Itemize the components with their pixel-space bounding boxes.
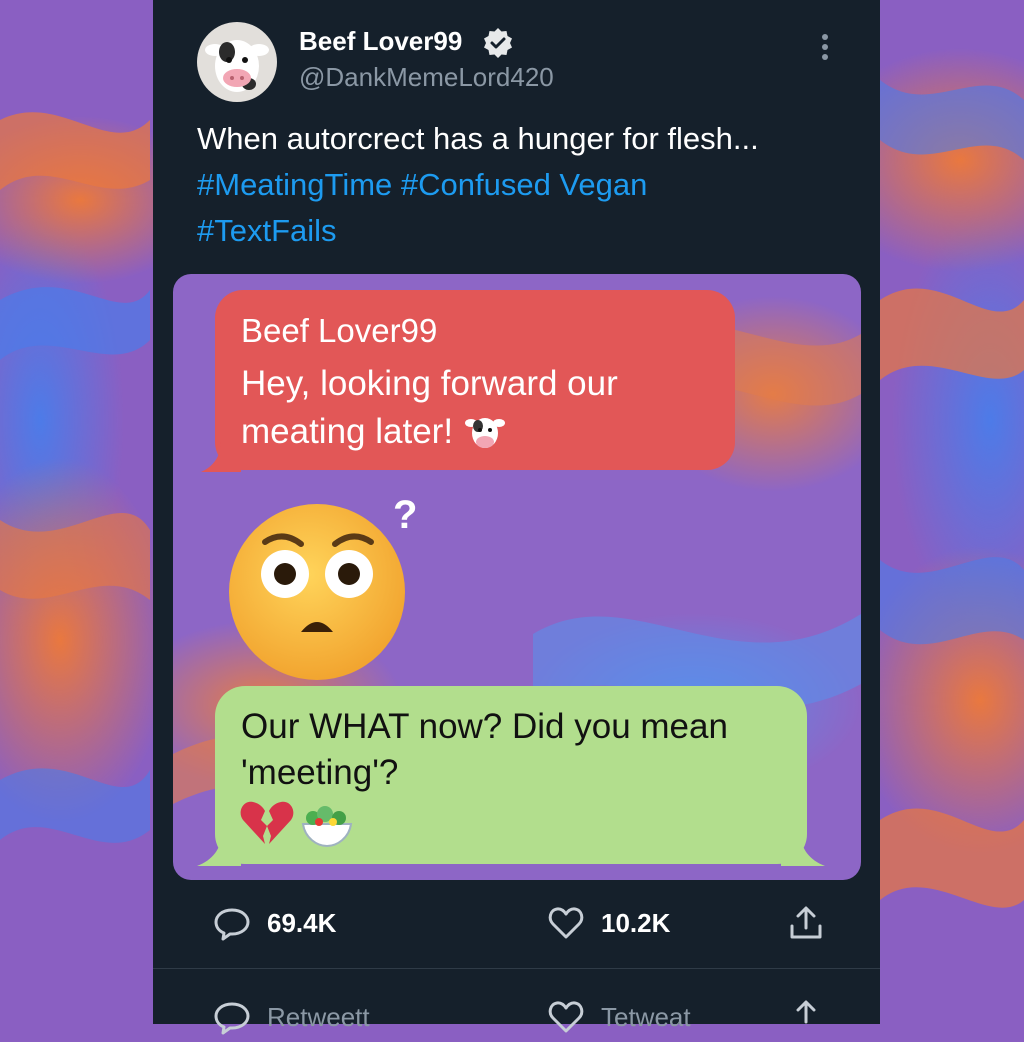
tetweat-label: Tetweat bbox=[601, 1001, 691, 1032]
display-name[interactable]: Beef Lover99 bbox=[299, 26, 462, 57]
share-icon bbox=[796, 1000, 816, 1024]
tweet-actions: 69.4K 10.2K bbox=[153, 898, 880, 948]
divider bbox=[153, 968, 880, 969]
hashtags-line-2[interactable]: #TextFails bbox=[197, 208, 837, 254]
retweet-label: Retweett bbox=[267, 1001, 370, 1032]
reply-count: 69.4K bbox=[267, 907, 337, 938]
tweet-media-image[interactable]: Beef Lover99 Hey, looking forward our me… bbox=[173, 274, 861, 880]
like-button[interactable]: 10.2K bbox=[547, 898, 670, 948]
message-sender-name: Beef Lover99 bbox=[241, 312, 438, 349]
cow-avatar-icon[interactable] bbox=[197, 22, 277, 102]
reply-emojis bbox=[240, 801, 353, 848]
sent-message-content: Hey, looking forward our meating later! bbox=[241, 364, 618, 451]
reply-message-text: Our WHAT now? Did you mean 'meeting'? bbox=[241, 707, 728, 792]
flushed-face-icon: ? bbox=[229, 493, 417, 680]
reply-button[interactable]: 69.4K bbox=[213, 898, 336, 948]
bubble-tail bbox=[201, 442, 241, 472]
share-icon bbox=[790, 906, 822, 939]
more-icon[interactable] bbox=[817, 32, 833, 62]
reply-icon bbox=[214, 908, 250, 941]
bubble-tail-left bbox=[197, 836, 241, 866]
like-count: 10.2K bbox=[601, 907, 671, 938]
user-handle[interactable]: @DankMemeLord420 bbox=[299, 62, 554, 93]
reply-message-bubble: Our WHAT now? Did you mean 'meeting'? bbox=[197, 686, 825, 866]
tweet-text: When autorcrect has a hunger for flesh..… bbox=[197, 116, 837, 254]
sent-message-text: Hey, looking forward our meating later! bbox=[241, 360, 721, 456]
tetweat-button[interactable]: Tetweat bbox=[547, 992, 691, 1042]
tweet-actions-secondary: Retweett Tetweat bbox=[153, 992, 880, 1042]
salad-icon bbox=[301, 806, 353, 848]
svg-text:?: ? bbox=[393, 493, 417, 537]
reply-icon bbox=[214, 1002, 250, 1035]
like-icon bbox=[548, 1001, 584, 1033]
retweet-button[interactable]: Retweett bbox=[213, 992, 370, 1042]
hashtags-line-1[interactable]: #MeatingTime #Confused Vegan bbox=[197, 162, 837, 208]
broken-heart-icon bbox=[240, 801, 294, 844]
tweet-body: When autorcrect has a hunger for flesh..… bbox=[197, 121, 759, 156]
cow-emoji-icon bbox=[464, 418, 505, 448]
share-button[interactable] bbox=[787, 898, 825, 948]
tweet-card: Beef Lover99 @DankMemeLord420 When autor… bbox=[153, 0, 880, 1035]
verified-icon bbox=[484, 28, 512, 58]
share-button-secondary[interactable] bbox=[787, 992, 825, 1042]
like-icon bbox=[548, 907, 584, 939]
bubble-tail-right bbox=[781, 836, 825, 866]
sent-message-bubble: Beef Lover99 Hey, looking forward our me… bbox=[201, 290, 735, 472]
